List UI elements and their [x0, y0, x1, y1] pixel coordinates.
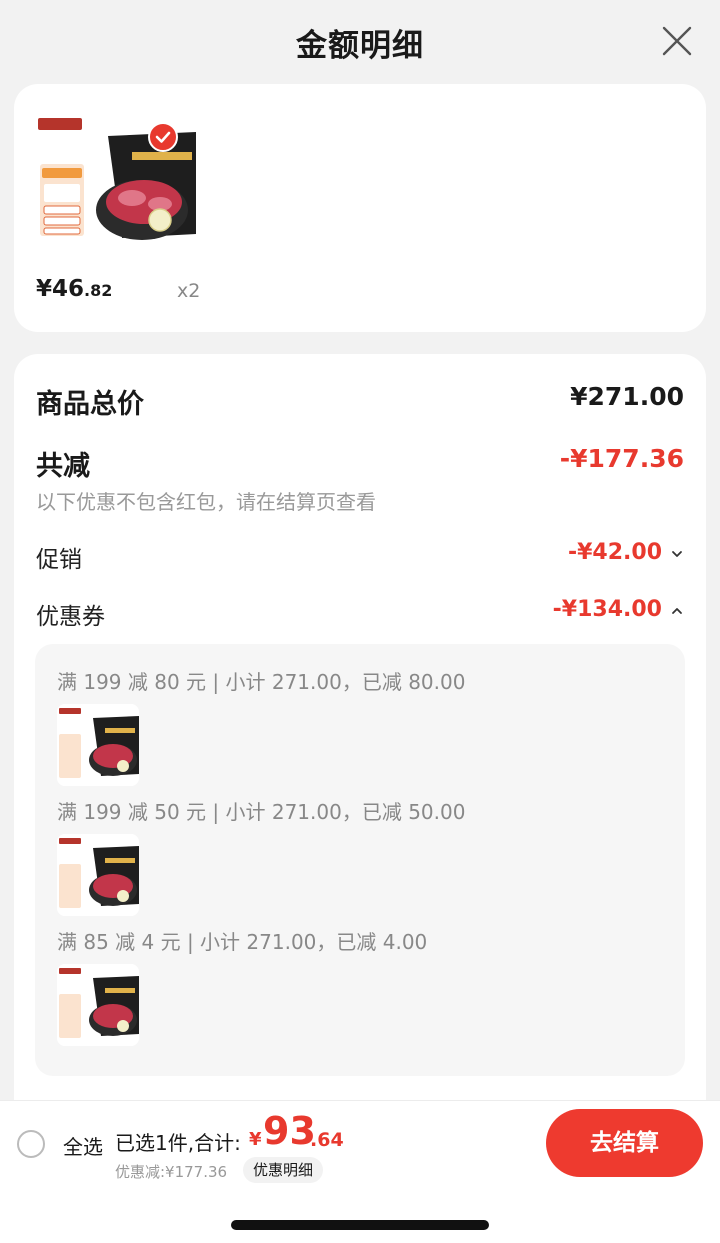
coupon-rule: 满 199 减 50 元 | 小计 271.00，已减 50.00	[57, 800, 466, 824]
product-quantity: x2	[177, 280, 201, 302]
promo-row[interactable]: 促销 -¥42.00	[36, 540, 684, 573]
promo-label: 促销	[36, 547, 82, 573]
selected-check-icon[interactable]	[148, 122, 178, 152]
checkout-bar: 全选 已选1件,合计: ¥ 93 .64 优惠减:¥177.36 优惠明细 去结…	[0, 1100, 720, 1184]
coupon-product-thumbnail	[57, 704, 139, 786]
select-all-radio[interactable]	[17, 1130, 45, 1158]
amount-detail-card: 商品总价 ¥271.00 共减 -¥177.36 以下优惠不包含红包，请在结算页…	[14, 354, 706, 1114]
coupon-detail-list: 满 199 减 80 元 | 小计 271.00，已减 80.00 满 199 …	[35, 644, 685, 1076]
total-decimal: .64	[310, 1129, 344, 1151]
price-integer: ¥46	[36, 276, 85, 302]
checkout-button[interactable]: 去结算	[546, 1109, 703, 1177]
select-all-label[interactable]: 全选	[63, 1131, 103, 1160]
coupon-product-thumbnail	[57, 964, 139, 1046]
coupon-label: 优惠券	[36, 604, 105, 630]
coupon-row[interactable]: 优惠券 -¥134.00	[36, 597, 684, 630]
home-indicator[interactable]	[231, 1220, 489, 1230]
discount-detail-button[interactable]: 优惠明细	[243, 1157, 324, 1183]
chevron-up-icon[interactable]	[670, 601, 684, 621]
coupon-product-thumbnail	[57, 834, 139, 916]
product-price: ¥46.82	[36, 276, 112, 302]
coupon-value: -¥134.00	[552, 597, 662, 622]
page-title: 金额明细	[296, 28, 424, 64]
promo-value: -¥42.00	[567, 540, 662, 565]
close-icon[interactable]	[660, 24, 694, 58]
total-price-label: 商品总价	[36, 389, 144, 420]
chevron-down-icon[interactable]	[670, 544, 684, 564]
saved-amount: 优惠减:¥177.36	[115, 1163, 228, 1181]
selected-summary: 已选1件,合计:	[115, 1131, 241, 1155]
discount-row: 共减 -¥177.36	[36, 444, 684, 482]
discount-value: -¥177.36	[559, 444, 684, 473]
header: 金额明细	[0, 0, 720, 84]
product-card: ¥46.82 x2	[14, 84, 706, 332]
total-integer: 93	[263, 1109, 316, 1153]
total-price-row: 商品总价 ¥271.00	[36, 382, 684, 420]
discount-label: 共减	[36, 451, 90, 482]
total-currency: ¥	[249, 1129, 262, 1150]
discount-note: 以下优惠不包含红包，请在结算页查看	[36, 490, 376, 514]
coupon-rule: 满 85 减 4 元 | 小计 271.00，已减 4.00	[57, 930, 428, 954]
home-indicator-area	[0, 1184, 720, 1243]
price-decimal: .82	[84, 281, 113, 300]
total-price-value: ¥271.00	[570, 382, 684, 411]
coupon-rule: 满 199 减 80 元 | 小计 271.00，已减 80.00	[57, 670, 466, 694]
